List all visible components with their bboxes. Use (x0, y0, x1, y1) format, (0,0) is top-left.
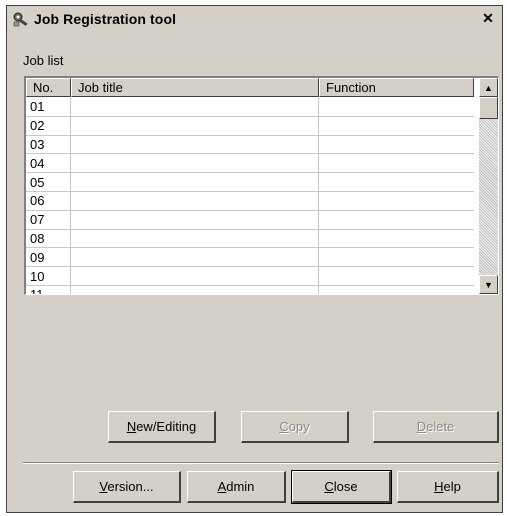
cell-no: 05 (26, 173, 71, 191)
cell-job-title (71, 191, 319, 210)
cell-function (319, 286, 474, 294)
help-label: elp (443, 479, 461, 494)
table-row[interactable]: 11 (26, 285, 474, 294)
table-row[interactable]: 08 (26, 229, 474, 249)
job-registration-window: Job Registration tool ✕ Job list No. Job… (6, 5, 503, 513)
delete-label: elete (426, 419, 455, 434)
job-list-rows: 0102030405060708091011 (26, 98, 474, 294)
cell-function (319, 154, 474, 172)
admin-label: dmin (226, 479, 255, 494)
separator-line (23, 462, 499, 464)
cell-no: 01 (26, 98, 71, 116)
cell-function (319, 136, 474, 154)
cell-function (319, 98, 474, 116)
copy-label: opy (288, 419, 310, 434)
cell-job-title (71, 98, 319, 116)
cell-function (319, 267, 474, 285)
cell-job-title (71, 154, 319, 173)
cell-no: 08 (26, 229, 71, 248)
cell-job-title (71, 229, 319, 248)
cell-no: 04 (26, 154, 71, 173)
triangle-up-icon: ▲ (484, 82, 493, 93)
copy-mnemonic: C (279, 419, 289, 434)
cell-no: 11 (26, 285, 71, 294)
cell-function (319, 173, 474, 191)
cell-function (319, 230, 474, 248)
cell-job-title (71, 248, 319, 267)
table-row[interactable]: 04 (26, 154, 474, 174)
cell-no: 02 (26, 116, 71, 135)
new-editing-button[interactable]: New/Editing (108, 411, 216, 443)
close-button[interactable]: Close (291, 470, 392, 504)
scroll-down-button[interactable]: ▼ (479, 275, 498, 294)
column-header-no[interactable]: No. (26, 78, 71, 97)
cell-function (319, 248, 474, 266)
title-bar: Job Registration tool ✕ (9, 8, 500, 30)
table-row[interactable]: 09 (26, 248, 474, 268)
cell-no: 10 (26, 267, 71, 285)
job-list-label: Job list (23, 53, 64, 68)
admin-mnemonic: A (217, 479, 227, 494)
admin-button[interactable]: Admin (187, 471, 286, 503)
cell-function (319, 117, 474, 135)
column-header-function[interactable]: Function (319, 78, 474, 97)
cell-no: 09 (26, 248, 71, 267)
column-header-job-title[interactable]: Job title (71, 78, 319, 97)
version-button[interactable]: Version... (73, 471, 181, 503)
cell-job-title (71, 173, 319, 191)
cell-function (319, 192, 474, 210)
cell-no: 07 (26, 210, 71, 229)
table-row[interactable]: 03 (26, 135, 474, 155)
close-label: lose (333, 479, 358, 494)
copy-button[interactable]: Copy (241, 411, 349, 443)
table-row[interactable]: 06 (26, 191, 474, 211)
job-list-table[interactable]: No. Job title Function 01 02 03 04 05 06 07 08 0… (24, 76, 499, 295)
window-title: Job Registration tool (34, 11, 177, 27)
scroll-thumb[interactable] (479, 97, 498, 119)
delete-button[interactable]: Delete (373, 411, 499, 443)
cell-no: 06 (26, 191, 71, 210)
cell-job-title (71, 285, 319, 294)
cell-function (319, 211, 474, 229)
table-row[interactable]: 02 (26, 116, 474, 136)
close-window-button[interactable]: ✕ (480, 11, 496, 25)
table-row[interactable]: 07 (26, 210, 474, 230)
cell-job-title (71, 135, 319, 154)
new-editing-label: ew/Editing (136, 419, 197, 434)
wrench-gear-icon (12, 11, 30, 27)
scroll-up-button[interactable]: ▲ (479, 78, 498, 97)
cell-job-title (71, 116, 319, 135)
help-button[interactable]: Help (397, 471, 499, 503)
table-row[interactable]: 10 (26, 267, 474, 286)
table-row[interactable]: 05 (26, 173, 474, 192)
triangle-down-icon: ▼ (484, 279, 493, 290)
version-label: ersion... (107, 479, 154, 494)
cell-job-title (71, 267, 319, 285)
vertical-scrollbar[interactable]: ▲ ▼ (479, 78, 498, 294)
help-mnemonic: H (434, 479, 444, 494)
delete-mnemonic: D (416, 419, 427, 434)
new-editing-mnemonic: N (126, 419, 137, 434)
cell-job-title (71, 210, 319, 229)
close-mnemonic: C (324, 479, 334, 494)
table-row[interactable]: 01 (26, 98, 474, 117)
cell-no: 03 (26, 135, 71, 154)
